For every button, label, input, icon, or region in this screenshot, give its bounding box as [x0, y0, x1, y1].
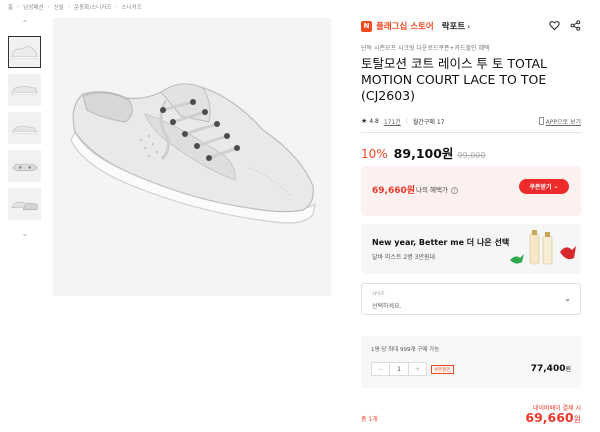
promo-banner[interactable]: New year, Better me 더 나은 선택 달바 미스트 2병 3만… — [361, 224, 581, 274]
app-view-link[interactable]: APP으로 보기 — [538, 117, 581, 126]
product-title: 토탈모션 코트 레이스 투 토 TOTAL MOTION COURT LACE … — [361, 56, 548, 103]
chevron-down-icon: ⌄ — [564, 294, 571, 303]
decrease-button[interactable]: − — [372, 363, 389, 375]
breadcrumb-item[interactable]: 남성패션 — [23, 3, 43, 11]
app-view-label: APP으로 보기 — [545, 118, 581, 126]
action-icons — [549, 20, 581, 33]
reviews-link[interactable]: 171건 — [384, 117, 401, 126]
share-icon[interactable] — [570, 20, 581, 33]
breadcrumb-separator: › — [67, 4, 71, 10]
benefit-label: 나의 혜택가 ? — [416, 184, 459, 194]
quantity-stepper: − 1 + — [371, 362, 427, 376]
discount-rate: 10% — [361, 147, 388, 161]
quantity-box: 1명 당 최대 999개 구매 가능 − 1 + 쿠폰할인 77,400원 — [361, 336, 581, 388]
phone-icon — [538, 117, 544, 125]
original-price: 99,000 — [457, 151, 486, 160]
promo-text: 단독 시즌오프 시크릿 다운로드쿠폰+카드할인 혜택 — [361, 45, 490, 52]
breadcrumb-separator: › — [115, 4, 118, 10]
total-price-value: 69,660 — [525, 410, 574, 425]
product-main-image — [53, 18, 331, 296]
breadcrumb-item[interactable]: 스니커즈 — [122, 3, 142, 11]
breadcrumb-item[interactable]: 운동화/스니커즈 — [74, 3, 111, 11]
brand-name-link[interactable]: 락포트 — [442, 20, 465, 32]
thumbnail-side-view[interactable] — [8, 36, 41, 68]
divider: | — [405, 117, 408, 125]
total-count: 총 1개 — [361, 416, 378, 423]
quantity-input[interactable]: 1 — [389, 363, 409, 375]
breadcrumb-item[interactable]: 신발 — [54, 3, 64, 11]
size-select-value: 선택하세요. — [372, 303, 402, 310]
item-price-value: 77,400 — [530, 364, 566, 374]
coupon-discount-tag: 쿠폰할인 — [431, 365, 454, 374]
banner-title: New year, Better me 더 나은 선택 — [372, 238, 510, 247]
benefit-label-text: 나의 혜택가 — [416, 186, 448, 194]
item-price-unit: 원 — [565, 366, 571, 373]
store-logo-icon: N — [361, 20, 372, 32]
get-coupon-label: 쿠폰받기 — [529, 184, 552, 191]
rating-row: ★ 4.8 171건 | 월간구매 17 APP으로 보기 — [361, 116, 581, 126]
thumbnail-top-view[interactable] — [8, 74, 41, 106]
star-icon: ★ — [361, 117, 368, 125]
chevron-down-icon: ⌄ — [553, 183, 559, 190]
breadcrumb-separator: › — [47, 4, 50, 10]
breadcrumb: 홈 › 남성패션 › 신발 › 운동화/스니커즈 › 스니커즈 — [8, 2, 142, 12]
total-price-unit: 원 — [573, 415, 581, 424]
item-price: 77,400원 — [531, 364, 571, 374]
store-name[interactable]: 플래그십 스토어 — [376, 20, 434, 32]
banner-subtitle: 달바 미스트 2병 3만원대 — [372, 254, 436, 261]
chevron-down-icon[interactable]: ⌄ — [20, 230, 30, 238]
coupon-benefit-box: 69,660원 나의 혜택가 ? 쿠폰받기 ⌄ — [361, 166, 581, 216]
help-icon[interactable]: ? — [451, 187, 459, 194]
sale-price: 89,100원 — [393, 146, 454, 161]
banner-product-image — [510, 230, 576, 265]
breadcrumb-separator: › — [17, 4, 20, 10]
increase-button[interactable]: + — [409, 363, 426, 375]
get-coupon-button[interactable]: 쿠폰받기 ⌄ — [519, 179, 569, 194]
chevron-up-icon[interactable]: ⌃ — [20, 20, 30, 28]
rating-value: 4.8 — [369, 117, 379, 125]
heart-icon[interactable] — [549, 20, 560, 33]
thumbnail-back-view[interactable] — [8, 112, 41, 144]
monthly-purchase: 월간구매 17 — [412, 118, 445, 126]
thumbnail-sole-view[interactable] — [8, 150, 41, 182]
total-price: 69,660원 — [525, 410, 581, 425]
chevron-right-icon[interactable]: › — [467, 22, 470, 31]
thumbnail-pair-view[interactable] — [8, 188, 41, 220]
divider-line — [361, 132, 581, 133]
size-select[interactable]: 사이즈 선택하세요. ⌄ — [361, 283, 581, 315]
benefit-price: 69,660원 — [372, 186, 416, 196]
price-row: 10% 89,100원 99,000 — [361, 143, 485, 162]
breadcrumb-item[interactable]: 홈 — [8, 3, 13, 11]
store-row: N 플래그십 스토어 락포트 › — [361, 18, 581, 34]
size-select-label: 사이즈 — [372, 292, 385, 297]
purchase-limit-note: 1명 당 최대 999개 구매 가능 — [371, 347, 440, 353]
